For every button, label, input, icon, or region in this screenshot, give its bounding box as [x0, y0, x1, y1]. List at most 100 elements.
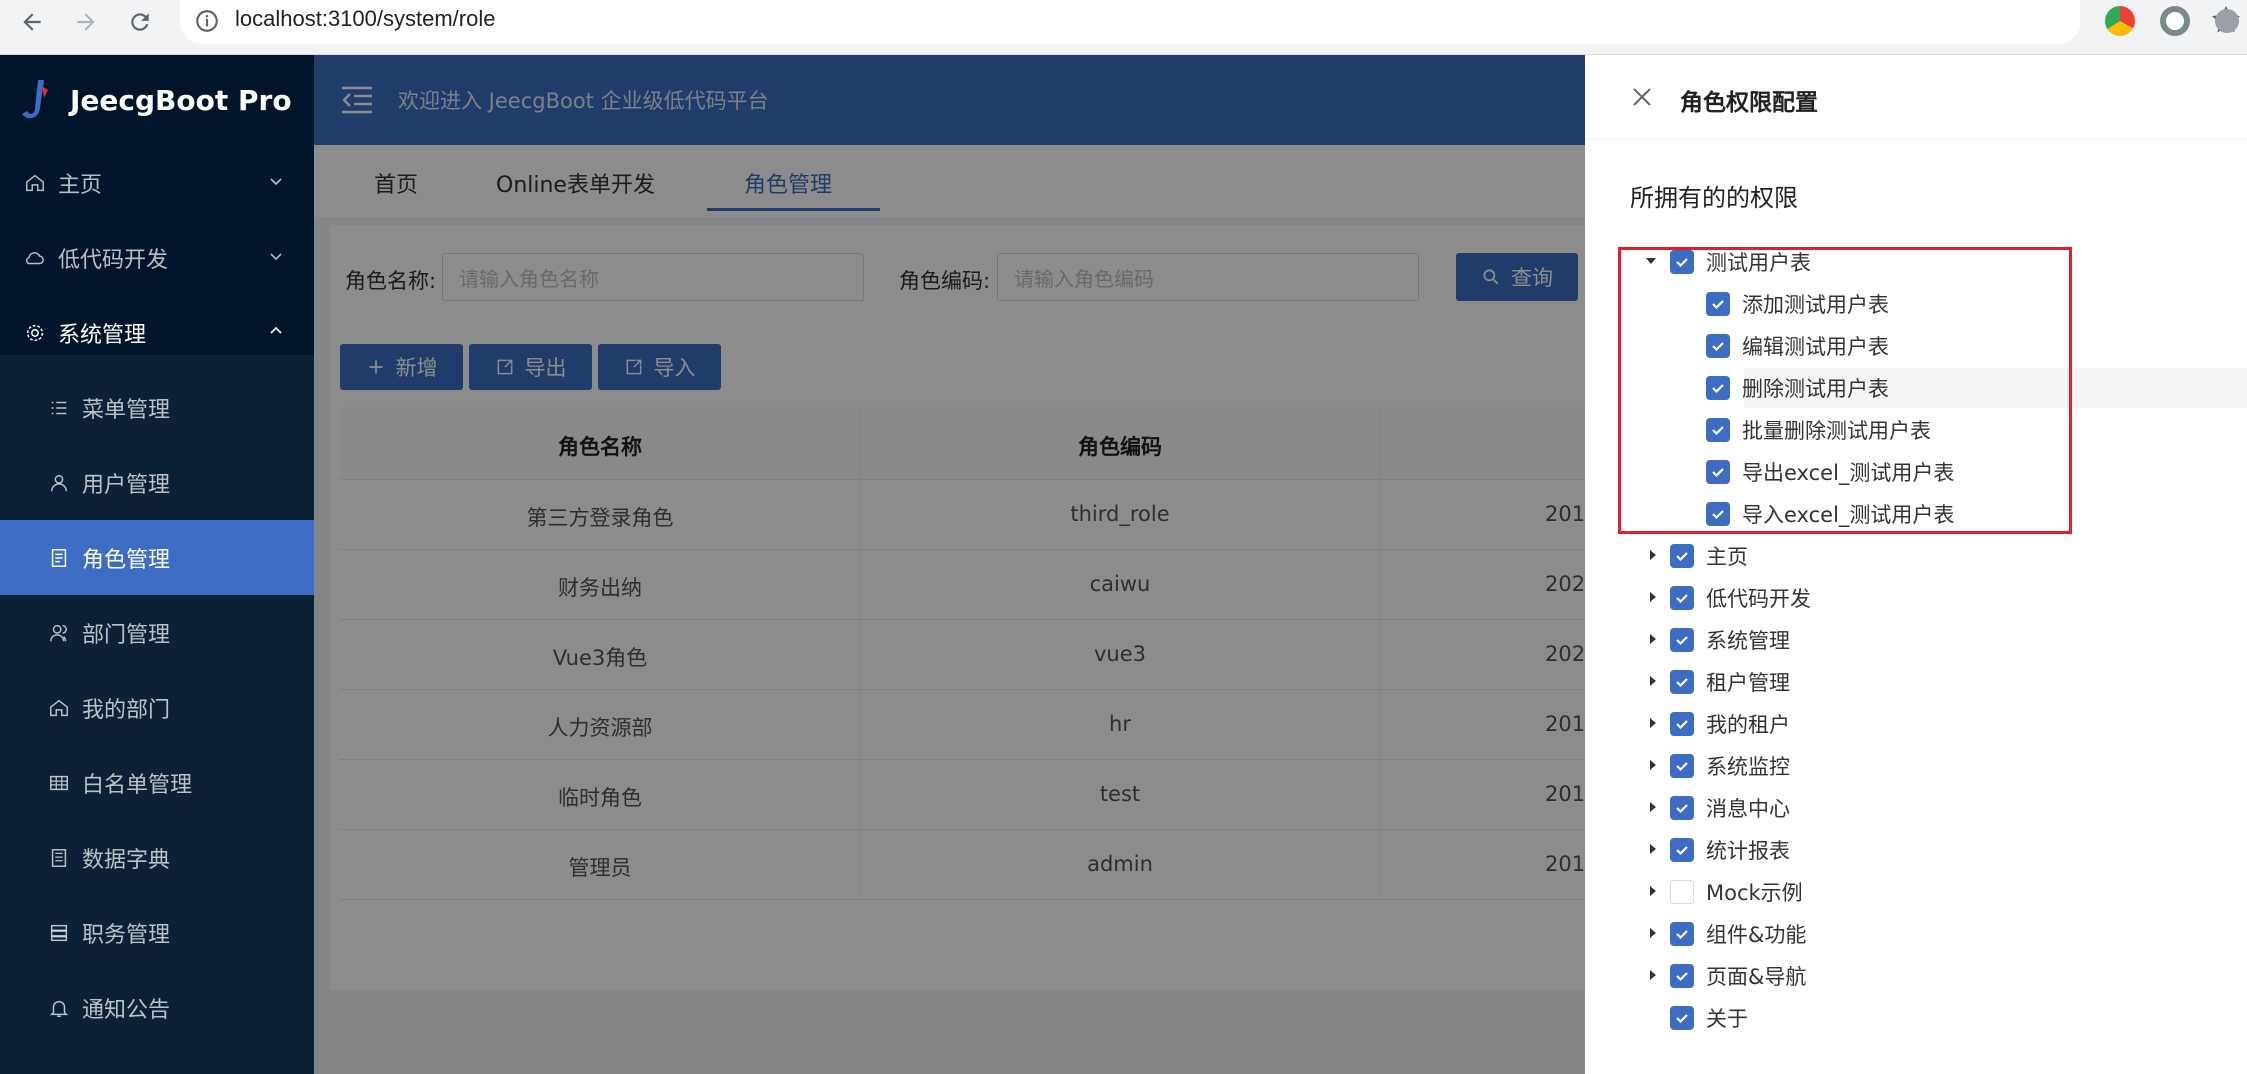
tree-node-label: 系统监控: [1706, 755, 1790, 779]
sidebar-item-label: 角色管理: [82, 547, 171, 573]
sidebar-item-dictionary[interactable]: 数据字典: [0, 820, 314, 895]
checkbox-checked[interactable]: [1670, 754, 1694, 778]
caret-right-icon[interactable]: [1647, 885, 1659, 897]
chevron-down-icon: [270, 178, 282, 186]
tree-node-label: 主页: [1706, 545, 1748, 569]
tree-node-label: 组件&功能: [1706, 923, 1807, 947]
caret-right-icon[interactable]: [1647, 717, 1659, 729]
tree-node-label: 租户管理: [1706, 671, 1790, 695]
info-icon[interactable]: [194, 8, 220, 34]
book-icon: [51, 848, 67, 867]
sidebar-item-role-management[interactable]: 角色管理: [0, 520, 314, 595]
tree-node-mock[interactable]: Mock示例: [1670, 872, 1803, 912]
sidebar: JeecgBoot Pro 主页 低代码开发 系统管理 菜单管理 用户管理 角色…: [0, 55, 314, 1074]
extension-chrome-icon[interactable]: [2105, 6, 2135, 36]
tree-node-label: 我的租户: [1706, 713, 1790, 737]
tree-node-tenant[interactable]: 租户管理: [1670, 662, 1790, 702]
sidebar-item-label: 低代码开发: [58, 247, 169, 273]
check-icon: [1676, 930, 1688, 940]
checkbox-checked[interactable]: [1670, 670, 1694, 694]
home-icon: [50, 699, 68, 716]
sidebar-item-notice[interactable]: 通知公告: [0, 970, 314, 1045]
checkbox-checked[interactable]: [1670, 1006, 1694, 1030]
jeecg-logo-icon: [22, 80, 48, 119]
tree-node-report[interactable]: 统计报表: [1670, 830, 1790, 870]
list-icon: [51, 401, 67, 414]
forward-button[interactable]: [66, 2, 106, 42]
tree-node-lowcode[interactable]: 低代码开发: [1670, 578, 1811, 618]
sidebar-item-label: 主页: [58, 172, 103, 198]
caret-right-icon[interactable]: [1647, 633, 1659, 645]
bell-icon: [49, 1000, 69, 1017]
tree-node-about[interactable]: 关于: [1670, 998, 1748, 1038]
tree-node-monitor[interactable]: 系统监控: [1670, 746, 1790, 786]
browser-toolbar: localhost:3100/system/role: [0, 0, 2247, 55]
checkbox-checked[interactable]: [1670, 964, 1694, 988]
tree-node-label: 关于: [1706, 1007, 1748, 1031]
sidebar-item-department-management[interactable]: 部门管理: [0, 595, 314, 670]
sidebar-item-my-department[interactable]: 我的部门: [0, 670, 314, 745]
role-permission-drawer: 角色权限配置 所拥有的的权限 测试用户表 添加测试用户表 编辑测试用户表 删除测…: [1585, 55, 2247, 1074]
checkbox-checked[interactable]: [1670, 922, 1694, 946]
check-icon: [1676, 636, 1688, 646]
database-icon: [50, 924, 68, 941]
address-bar[interactable]: localhost:3100/system/role: [180, 0, 2240, 44]
tree-node-label: 低代码开发: [1706, 587, 1811, 611]
caret-right-icon[interactable]: [1647, 759, 1659, 771]
caret-right-icon[interactable]: [1647, 927, 1659, 939]
check-icon: [1676, 1014, 1688, 1024]
tree-node-label: Mock示例: [1706, 881, 1803, 905]
drawer-header: 角色权限配置: [1585, 55, 2247, 140]
team-icon: [50, 624, 68, 641]
check-icon: [1676, 552, 1688, 562]
sidebar-item-menu-management[interactable]: 菜单管理: [0, 370, 314, 445]
tree-node-my-tenant[interactable]: 我的租户: [1670, 704, 1790, 744]
tree-node-components[interactable]: 组件&功能: [1670, 914, 1806, 954]
back-button[interactable]: [12, 2, 52, 42]
cloud-icon: [25, 251, 44, 264]
sidebar-item-whitelist[interactable]: 白名单管理: [0, 745, 314, 820]
arrow-left-icon: [23, 13, 41, 31]
reload-button[interactable]: [120, 2, 160, 42]
caret-right-icon[interactable]: [1647, 843, 1659, 855]
tree-node-label: 系统管理: [1706, 629, 1790, 653]
highlight-annotation-box: [1618, 247, 2072, 534]
close-icon[interactable]: [1630, 85, 1654, 109]
checkbox-checked[interactable]: [1670, 586, 1694, 610]
check-icon: [1676, 972, 1688, 982]
drawer-title: 角色权限配置: [1680, 90, 1818, 116]
chevron-down-icon: [270, 253, 282, 261]
sidebar-item-position[interactable]: 职务管理: [0, 895, 314, 970]
checkbox-checked[interactable]: [1670, 544, 1694, 568]
tree-node-system[interactable]: 系统管理: [1670, 620, 1790, 660]
tree-node-pages-navigation[interactable]: 页面&导航: [1670, 956, 1806, 996]
caret-right-icon[interactable]: [1647, 549, 1659, 561]
sidebar-item-user-management[interactable]: 用户管理: [0, 445, 314, 520]
logo[interactable]: JeecgBoot Pro: [0, 55, 314, 145]
check-icon: [1676, 720, 1688, 730]
role-icon: [51, 548, 67, 567]
caret-right-icon[interactable]: [1647, 675, 1659, 687]
sidebar-item-label: 系统管理: [58, 322, 147, 348]
checkbox-checked[interactable]: [1670, 838, 1694, 862]
checkbox-checked[interactable]: [1670, 712, 1694, 736]
sidebar-item-lowcode[interactable]: 低代码开发: [0, 220, 314, 295]
caret-right-icon[interactable]: [1647, 591, 1659, 603]
caret-right-icon[interactable]: [1647, 801, 1659, 813]
url-text[interactable]: localhost:3100/system/role: [235, 6, 495, 32]
check-icon: [1676, 594, 1688, 604]
sidebar-item-home[interactable]: 主页: [0, 145, 314, 220]
tree-node-message[interactable]: 消息中心: [1670, 788, 1790, 828]
tree-node-label: 统计报表: [1706, 839, 1790, 863]
gear-icon: [26, 324, 44, 341]
tree-node-home[interactable]: 主页: [1670, 536, 1748, 576]
checkbox-unchecked[interactable]: [1670, 880, 1694, 904]
sidebar-item-label: 用户管理: [82, 472, 171, 498]
extension-icon[interactable]: [2160, 6, 2190, 36]
checkbox-checked[interactable]: [1670, 796, 1694, 820]
caret-right-icon[interactable]: [1647, 969, 1659, 981]
profile-icon[interactable]: [2215, 9, 2239, 33]
reload-icon: [131, 13, 149, 31]
tree-node-label: 页面&导航: [1706, 965, 1807, 989]
checkbox-checked[interactable]: [1670, 628, 1694, 652]
